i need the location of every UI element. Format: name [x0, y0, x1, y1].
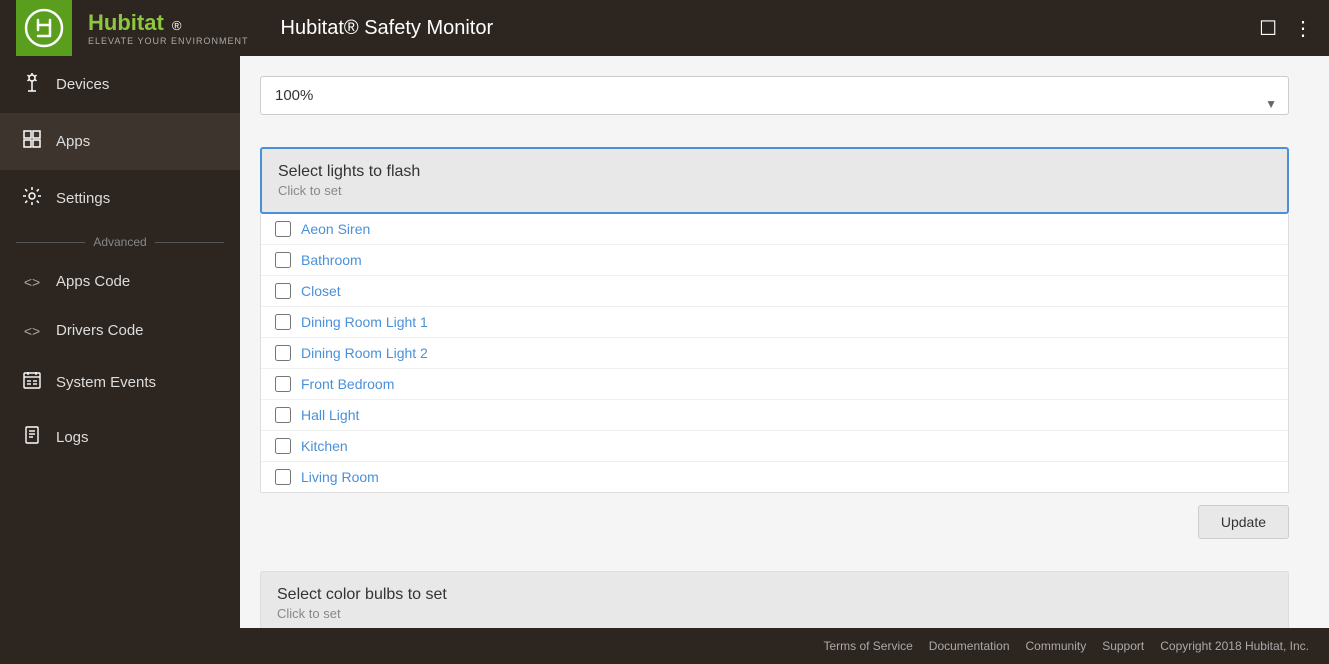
- select-color-title: Select color bulbs to set: [277, 586, 1272, 604]
- checkbox-label-bathroom[interactable]: Bathroom: [301, 252, 362, 268]
- apps-icon: [20, 129, 44, 154]
- checkbox-label-living-room[interactable]: Living Room: [301, 469, 379, 485]
- devices-icon: [20, 72, 44, 97]
- sidebar: Devices Apps Settings: [0, 56, 240, 628]
- checkbox-label-dining-2[interactable]: Dining Room Light 2: [301, 345, 428, 361]
- logo-box: [16, 0, 72, 56]
- sidebar-logs-label: Logs: [56, 429, 89, 446]
- header-actions: ☐ ⋮: [1259, 16, 1313, 41]
- sidebar-settings-label: Settings: [56, 190, 110, 207]
- footer: Terms of Service Documentation Community…: [0, 628, 1329, 664]
- checkbox-hall-light[interactable]: Hall Light: [261, 400, 1288, 431]
- sidebar-item-logs[interactable]: Logs: [0, 410, 240, 465]
- sidebar-item-apps-code[interactable]: <> Apps Code: [0, 257, 240, 306]
- checkbox-label-front-bedroom[interactable]: Front Bedroom: [301, 376, 394, 392]
- checkbox-input-front-bedroom[interactable]: [275, 376, 291, 392]
- checkbox-dining-room-light-1[interactable]: Dining Room Light 1: [261, 307, 1288, 338]
- sidebar-item-apps[interactable]: Apps: [0, 113, 240, 170]
- sidebar-item-drivers-code[interactable]: <> Drivers Code: [0, 306, 240, 355]
- checkbox-input-dining-2[interactable]: [275, 345, 291, 361]
- select-lights-subtitle: Click to set: [278, 183, 1271, 198]
- community-link[interactable]: Community: [1026, 639, 1087, 653]
- update-button-row: Update: [260, 505, 1289, 555]
- select-lights-box[interactable]: Select lights to flash Click to set: [260, 147, 1289, 214]
- checkbox-bathroom[interactable]: Bathroom: [261, 245, 1288, 276]
- checkbox-front-bedroom[interactable]: Front Bedroom: [261, 369, 1288, 400]
- settings-icon: [20, 186, 44, 211]
- checkbox-label-hall-light[interactable]: Hall Light: [301, 407, 359, 423]
- select-color-subtitle: Click to set: [277, 606, 1272, 621]
- sidebar-item-system-events[interactable]: System Events: [0, 355, 240, 410]
- sidebar-item-devices[interactable]: Devices: [0, 56, 240, 113]
- checkbox-label-kitchen[interactable]: Kitchen: [301, 438, 348, 454]
- select-lights-title: Select lights to flash: [278, 163, 1271, 181]
- checkbox-label-dining-1[interactable]: Dining Room Light 1: [301, 314, 428, 330]
- sidebar-apps-code-label: Apps Code: [56, 273, 130, 290]
- main-content: 100% 75% 50% 25% Select lights to flash …: [240, 56, 1329, 628]
- app-header: Hubitat ® ELEVATE YOUR ENVIRONMENT Hubit…: [0, 0, 1329, 56]
- sidebar-drivers-code-label: Drivers Code: [56, 322, 144, 339]
- copyright-text: Copyright 2018 Hubitat, Inc.: [1160, 639, 1309, 653]
- advanced-label: Advanced: [93, 235, 146, 249]
- update-button[interactable]: Update: [1198, 505, 1289, 539]
- checkbox-input-dining-1[interactable]: [275, 314, 291, 330]
- more-menu-icon[interactable]: ⋮: [1293, 16, 1313, 41]
- header-left: Hubitat ® ELEVATE YOUR ENVIRONMENT Hubit…: [16, 0, 493, 56]
- content-area: 100% 75% 50% 25% Select lights to flash …: [240, 56, 1329, 628]
- checkbox-label-aeon-siren[interactable]: Aeon Siren: [301, 221, 370, 237]
- checkbox-input-bathroom[interactable]: [275, 252, 291, 268]
- sidebar-item-settings[interactable]: Settings: [0, 170, 240, 227]
- sidebar-devices-label: Devices: [56, 76, 109, 93]
- checkbox-dining-room-light-2[interactable]: Dining Room Light 2: [261, 338, 1288, 369]
- brand-symbol: ®: [172, 18, 182, 33]
- support-link[interactable]: Support: [1102, 639, 1144, 653]
- hubitat-logo: [24, 8, 64, 48]
- checkbox-input-aeon-siren[interactable]: [275, 221, 291, 237]
- percentage-dropdown[interactable]: 100% 75% 50% 25%: [260, 76, 1289, 115]
- checkbox-input-living-room[interactable]: [275, 469, 291, 485]
- terms-of-service-link[interactable]: Terms of Service: [823, 639, 912, 653]
- checkbox-aeon-siren[interactable]: Aeon Siren: [261, 214, 1288, 245]
- documentation-link[interactable]: Documentation: [929, 639, 1010, 653]
- sidebar-system-events-label: System Events: [56, 374, 156, 391]
- dropdown-wrapper: 100% 75% 50% 25%: [260, 76, 1289, 131]
- chat-icon[interactable]: ☐: [1259, 16, 1277, 41]
- advanced-divider: Advanced: [0, 227, 240, 257]
- checkbox-list: Aeon Siren Bathroom Closet Dining Room L…: [260, 214, 1289, 493]
- logs-icon: [20, 426, 44, 449]
- drivers-code-icon: <>: [20, 323, 44, 339]
- brand-info: Hubitat ® ELEVATE YOUR ENVIRONMENT: [88, 10, 249, 46]
- sidebar-apps-label: Apps: [56, 133, 90, 150]
- page-title: Hubitat® Safety Monitor: [281, 17, 494, 40]
- checkbox-kitchen[interactable]: Kitchen: [261, 431, 1288, 462]
- checkbox-living-room[interactable]: Living Room: [261, 462, 1288, 492]
- checkbox-input-closet[interactable]: [275, 283, 291, 299]
- checkbox-label-closet[interactable]: Closet: [301, 283, 341, 299]
- select-color-bulbs-box[interactable]: Select color bulbs to set Click to set: [260, 571, 1289, 628]
- checkbox-input-kitchen[interactable]: [275, 438, 291, 454]
- brand-tagline: ELEVATE YOUR ENVIRONMENT: [88, 36, 249, 46]
- brand-name: Hubitat ®: [88, 10, 249, 36]
- checkbox-input-hall-light[interactable]: [275, 407, 291, 423]
- apps-code-icon: <>: [20, 274, 44, 290]
- brand-name-text: Hubitat: [88, 10, 164, 35]
- system-events-icon: [20, 371, 44, 394]
- checkbox-closet[interactable]: Closet: [261, 276, 1288, 307]
